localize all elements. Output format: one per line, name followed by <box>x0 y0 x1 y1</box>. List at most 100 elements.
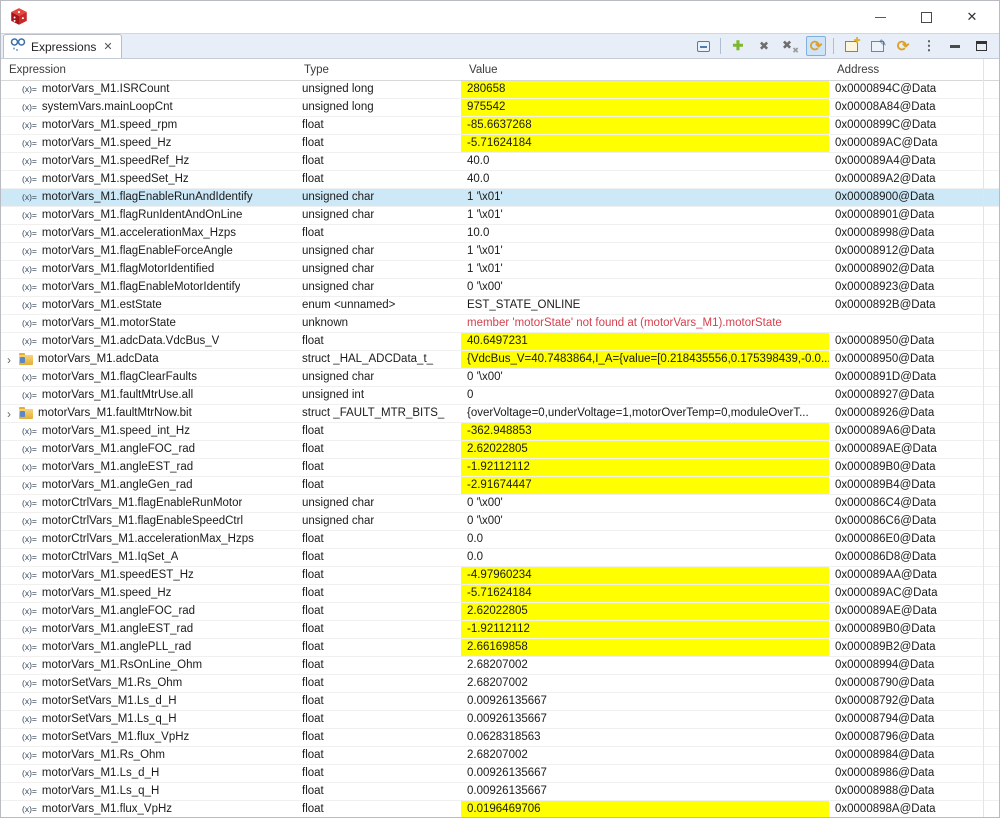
value-cell[interactable]: 2.68207002 <box>461 747 829 764</box>
table-row[interactable]: motorVars_M1.RsOnLine_Ohmfloat2.68207002… <box>1 657 999 675</box>
table-row[interactable]: motorVars_M1.flagClearFaultsunsigned cha… <box>1 369 999 387</box>
expression-cell[interactable]: motorVars_M1.flagClearFaults <box>1 369 296 386</box>
expression-cell[interactable]: motorVars_M1.angleEST_rad <box>1 459 296 476</box>
expression-cell[interactable]: motorVars_M1.faultMtrUse.all <box>1 387 296 404</box>
value-cell[interactable]: EST_STATE_ONLINE <box>461 297 829 314</box>
value-cell[interactable]: -5.71624184 <box>461 135 829 152</box>
table-row[interactable]: motorVars_M1.flagEnableMotorIdentifyunsi… <box>1 279 999 297</box>
column-header-type[interactable]: Type <box>296 64 461 76</box>
table-row[interactable]: motorVars_M1.speedEST_Hzfloat-4.97960234… <box>1 567 999 585</box>
expression-cell[interactable]: motorVars_M1.speedEST_Hz <box>1 567 296 584</box>
scrollbar-track[interactable] <box>983 59 984 818</box>
expression-cell[interactable]: motorVars_M1.speed_Hz <box>1 135 296 152</box>
expression-cell[interactable]: motorVars_M1.angleEST_rad <box>1 621 296 638</box>
expression-cell[interactable]: motorVars_M1.adcData.VdcBus_V <box>1 333 296 350</box>
expression-cell[interactable]: systemVars.mainLoopCnt <box>1 99 296 116</box>
expression-cell[interactable]: motorVars_M1.Rs_Ohm <box>1 747 296 764</box>
value-cell[interactable]: 10.0 <box>461 225 829 242</box>
expression-cell[interactable]: motorVars_M1.ISRCount <box>1 81 296 98</box>
table-row[interactable]: motorVars_M1.speed_Hzfloat-5.716241840x0… <box>1 585 999 603</box>
expression-cell[interactable]: motorVars_M1.speed_rpm <box>1 117 296 134</box>
value-cell[interactable]: -362.948853 <box>461 423 829 440</box>
value-cell[interactable]: 40.0 <box>461 171 829 188</box>
expression-cell[interactable]: motorVars_M1.anglePLL_rad <box>1 639 296 656</box>
expression-cell[interactable]: motorVars_M1.faultMtrNow.bit <box>1 405 296 422</box>
expression-cell[interactable]: motorVars_M1.accelerationMax_Hzps <box>1 225 296 242</box>
table-row[interactable]: motorVars_M1.Ls_q_Hfloat0.009261356670x0… <box>1 783 999 801</box>
table-row[interactable]: motorVars_M1.speed_Hzfloat-5.716241840x0… <box>1 135 999 153</box>
value-cell[interactable]: 0.00926135667 <box>461 765 829 782</box>
table-row[interactable]: motorVars_M1.speed_rpmfloat-85.66372680x… <box>1 117 999 135</box>
value-cell[interactable]: -2.91674447 <box>461 477 829 494</box>
value-cell[interactable]: 2.62022805 <box>461 441 829 458</box>
table-row[interactable]: motorVars_M1.motorStateunknownmember 'mo… <box>1 315 999 333</box>
value-cell[interactable]: 0.0628318563 <box>461 729 829 746</box>
value-cell[interactable]: -4.97960234 <box>461 567 829 584</box>
table-row[interactable]: motorVars_M1.angleGen_radfloat-2.9167444… <box>1 477 999 495</box>
expression-cell[interactable]: motorVars_M1.Ls_d_H <box>1 765 296 782</box>
table-row[interactable]: motorCtrlVars_M1.flagEnableSpeedCtrlunsi… <box>1 513 999 531</box>
tab-expressions[interactable]: Expressions <box>3 34 122 58</box>
table-row[interactable]: motorVars_M1.adcData.VdcBus_Vfloat40.649… <box>1 333 999 351</box>
column-header-value[interactable]: Value <box>461 64 829 76</box>
table-row[interactable]: motorVars_M1.flagRunIdentAndOnLineunsign… <box>1 207 999 225</box>
table-row[interactable]: motorVars_M1.angleEST_radfloat-1.9211211… <box>1 621 999 639</box>
table-row[interactable]: motorSetVars_M1.flux_VpHzfloat0.06283185… <box>1 729 999 747</box>
table-row[interactable]: motorVars_M1.angleFOC_radfloat2.62022805… <box>1 441 999 459</box>
maximize-view-button[interactable] <box>971 36 991 56</box>
table-row[interactable]: motorVars_M1.adcDatastruct _HAL_ADCData_… <box>1 351 999 369</box>
value-cell[interactable]: 1 '\x01' <box>461 243 829 260</box>
value-cell[interactable]: 0 '\x00' <box>461 369 829 386</box>
maximize-window-icon[interactable] <box>903 2 949 32</box>
table-row[interactable]: motorVars_M1.angleEST_radfloat-1.9211211… <box>1 459 999 477</box>
value-cell[interactable]: 0.00926135667 <box>461 783 829 800</box>
value-cell[interactable]: 1 '\x01' <box>461 261 829 278</box>
expression-cell[interactable]: motorVars_M1.speed_Hz <box>1 585 296 602</box>
expression-cell[interactable]: motorVars_M1.flagEnableForceAngle <box>1 243 296 260</box>
expression-cell[interactable]: motorSetVars_M1.flux_VpHz <box>1 729 296 746</box>
expression-cell[interactable]: motorVars_M1.flagRunIdentAndOnLine <box>1 207 296 224</box>
table-row[interactable]: motorVars_M1.faultMtrUse.allunsigned int… <box>1 387 999 405</box>
view-menu-button[interactable] <box>919 36 939 56</box>
value-cell[interactable]: 1 '\x01' <box>461 207 829 224</box>
table-row[interactable]: motorSetVars_M1.Rs_Ohmfloat2.682070020x0… <box>1 675 999 693</box>
value-cell[interactable]: -1.92112112 <box>461 621 829 638</box>
value-cell[interactable]: 40.0 <box>461 153 829 170</box>
table-row[interactable]: motorVars_M1.ISRCountunsigned long280658… <box>1 81 999 99</box>
collapse-all-button[interactable] <box>693 36 713 56</box>
value-cell[interactable]: -5.71624184 <box>461 585 829 602</box>
expression-cell[interactable]: motorSetVars_M1.Rs_Ohm <box>1 675 296 692</box>
pin-view-button[interactable] <box>867 36 887 56</box>
column-header-address[interactable]: Address <box>829 64 999 76</box>
expression-cell[interactable]: motorVars_M1.adcData <box>1 351 296 368</box>
value-cell[interactable]: 0 '\x00' <box>461 513 829 530</box>
value-cell[interactable]: 0.00926135667 <box>461 711 829 728</box>
add-expression-button[interactable] <box>728 36 748 56</box>
expression-cell[interactable]: motorVars_M1.flagEnableMotorIdentify <box>1 279 296 296</box>
expression-cell[interactable]: motorVars_M1.flagEnableRunAndIdentify <box>1 189 296 206</box>
table-row[interactable]: motorVars_M1.Ls_d_Hfloat0.009261356670x0… <box>1 765 999 783</box>
value-cell[interactable]: -1.92112112 <box>461 459 829 476</box>
value-cell[interactable]: {VdcBus_V=40.7483864,I_A={value=[0.21843… <box>461 351 829 368</box>
table-row[interactable]: motorVars_M1.speedRef_Hzfloat40.00x00008… <box>1 153 999 171</box>
column-header-expression[interactable]: Expression <box>1 64 296 76</box>
remove-expression-button[interactable] <box>754 36 774 56</box>
expand-chevron-icon[interactable] <box>7 406 17 422</box>
value-cell[interactable]: member 'motorState' not found at (motorV… <box>461 315 829 332</box>
continuous-refresh-button[interactable] <box>806 36 826 56</box>
expression-cell[interactable]: motorVars_M1.angleFOC_rad <box>1 441 296 458</box>
value-cell[interactable]: -85.6637268 <box>461 117 829 134</box>
value-cell[interactable]: 0.0 <box>461 549 829 566</box>
expression-cell[interactable]: motorVars_M1.speedRef_Hz <box>1 153 296 170</box>
expression-cell[interactable]: motorSetVars_M1.Ls_d_H <box>1 693 296 710</box>
expression-cell[interactable]: motorCtrlVars_M1.accelerationMax_Hzps <box>1 531 296 548</box>
expression-cell[interactable]: motorVars_M1.estState <box>1 297 296 314</box>
expression-cell[interactable]: motorVars_M1.motorState <box>1 315 296 332</box>
value-cell[interactable]: 2.68207002 <box>461 675 829 692</box>
expression-cell[interactable]: motorCtrlVars_M1.IqSet_A <box>1 549 296 566</box>
table-row[interactable]: motorVars_M1.anglePLL_radfloat2.66169858… <box>1 639 999 657</box>
table-row[interactable]: motorCtrlVars_M1.flagEnableRunMotorunsig… <box>1 495 999 513</box>
minimize-view-button[interactable] <box>945 36 965 56</box>
close-window-icon[interactable] <box>949 2 995 32</box>
expression-cell[interactable]: motorCtrlVars_M1.flagEnableRunMotor <box>1 495 296 512</box>
